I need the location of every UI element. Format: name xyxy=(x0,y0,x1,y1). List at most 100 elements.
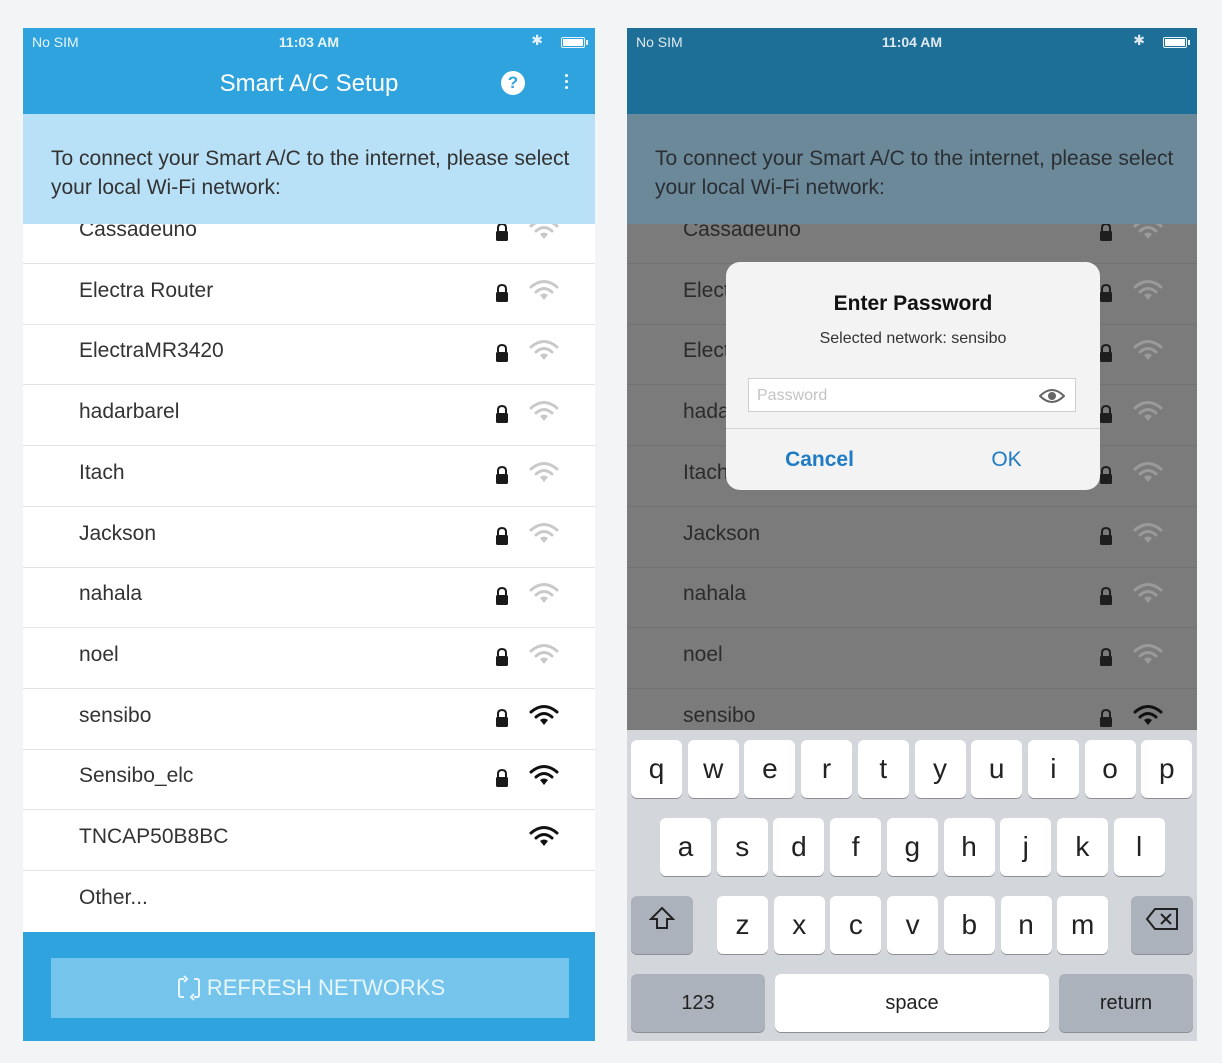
wifi-weak-icon xyxy=(1133,339,1163,361)
key-y[interactable]: y xyxy=(914,740,966,798)
network-name: TNCAP50B8BC xyxy=(79,825,229,848)
key-w[interactable]: w xyxy=(687,740,739,798)
network-name: Other... xyxy=(79,885,148,909)
network-row[interactable]: Cassadeuno xyxy=(627,224,1197,264)
wifi-strong-icon xyxy=(1133,704,1163,726)
lock-icon xyxy=(1099,526,1113,546)
network-name: Cassadeuno xyxy=(683,224,801,241)
key-i[interactable]: i xyxy=(1027,740,1079,798)
wifi-weak-icon xyxy=(1133,643,1163,665)
network-row[interactable]: Other... xyxy=(23,870,595,931)
key-a[interactable]: a xyxy=(660,818,711,876)
key-f[interactable]: f xyxy=(830,818,882,876)
wifi-weak-icon xyxy=(1133,400,1163,422)
key-r[interactable]: r xyxy=(801,740,853,798)
network-row[interactable]: Itach xyxy=(23,445,595,507)
network-row[interactable]: Sensibo_elc xyxy=(23,748,595,811)
lock-icon xyxy=(495,283,509,303)
key-p[interactable]: p xyxy=(1141,740,1193,798)
instructions-panel: To connect your Smart A/C to the interne… xyxy=(627,114,1197,224)
lock-icon xyxy=(495,526,509,546)
dialog-divider xyxy=(726,428,1100,429)
network-row[interactable]: nahala xyxy=(23,566,595,629)
wifi-weak-icon xyxy=(529,224,559,240)
refresh-icon xyxy=(177,975,200,1001)
network-name: Sensibo_elc xyxy=(79,764,194,788)
network-name: sensibo xyxy=(79,703,152,727)
ok-button[interactable]: OK xyxy=(913,432,1100,488)
wifi-weak-icon xyxy=(529,643,559,665)
key-b[interactable]: b xyxy=(943,896,995,954)
key-e[interactable]: e xyxy=(744,740,796,798)
network-name: sensibo xyxy=(683,703,756,727)
instructions-panel: To connect your Smart A/C to the interne… xyxy=(23,114,595,224)
more-options-icon[interactable] xyxy=(563,72,569,94)
backspace-key[interactable] xyxy=(1131,896,1193,954)
key-u[interactable]: u xyxy=(971,740,1023,798)
key-s[interactable]: s xyxy=(716,818,768,876)
shift-icon xyxy=(648,906,676,929)
key-x[interactable]: x xyxy=(773,896,825,954)
network-row[interactable]: sensibo xyxy=(23,688,595,750)
status-bar: No SIM 11:03 AM ✱ xyxy=(23,28,595,54)
key-n[interactable]: n xyxy=(1000,896,1052,954)
dialog-subtitle: Selected network: sensibo xyxy=(819,330,1007,347)
lock-icon xyxy=(1099,586,1113,606)
status-bar: No SIM 11:04 AM ✱ xyxy=(627,28,1197,54)
network-name: nahala xyxy=(79,582,143,606)
network-row[interactable]: Cassadeuno xyxy=(23,224,595,264)
network-row[interactable]: Electra Router xyxy=(23,263,595,325)
cancel-button[interactable]: Cancel xyxy=(726,432,913,488)
key-h[interactable]: h xyxy=(943,818,995,876)
wifi-weak-icon xyxy=(529,339,559,361)
key-g[interactable]: g xyxy=(886,818,938,876)
key-o[interactable]: o xyxy=(1084,740,1136,798)
network-name: nahala xyxy=(683,582,747,606)
password-dialog: Enter Password Selected network: sensibo… xyxy=(726,262,1100,490)
return-key[interactable]: return xyxy=(1059,974,1193,1032)
key-d[interactable]: d xyxy=(773,818,825,876)
battery-icon xyxy=(561,37,588,48)
lock-icon xyxy=(495,465,509,485)
key-z[interactable]: z xyxy=(717,896,768,954)
shift-key[interactable] xyxy=(631,896,693,954)
key-v[interactable]: v xyxy=(887,896,939,954)
network-name: Electra Router xyxy=(79,278,214,302)
network-row[interactable]: hadarbarel xyxy=(23,384,595,447)
lock-icon xyxy=(495,586,509,606)
network-row[interactable]: Jackson xyxy=(627,506,1197,568)
lock-icon xyxy=(495,708,509,728)
app-header: No SIM 11:03 AM ✱ Smart A/C Setup ? xyxy=(23,28,595,114)
key-j[interactable]: j xyxy=(1000,818,1052,876)
key-q[interactable]: q xyxy=(631,740,682,798)
network-name: Itach xyxy=(79,460,125,484)
network-row[interactable]: TNCAP50B8BC xyxy=(23,809,595,871)
space-key[interactable]: space xyxy=(775,974,1049,1032)
instructions-text: To connect your Smart A/C to the interne… xyxy=(655,147,1174,199)
key-t[interactable]: t xyxy=(857,740,909,798)
network-row[interactable]: sensibo xyxy=(627,688,1197,730)
wifi-weak-icon xyxy=(1133,522,1163,544)
refresh-networks-button[interactable]: REFRESH NETWORKS xyxy=(51,958,569,1018)
wifi-strong-icon xyxy=(529,764,559,786)
show-password-eye-icon[interactable] xyxy=(1039,387,1065,405)
wifi-weak-icon xyxy=(1133,224,1163,240)
network-row[interactable]: nahala xyxy=(627,566,1197,629)
network-name: hadarbarel xyxy=(79,400,180,424)
network-row[interactable]: noel xyxy=(23,627,595,689)
network-row[interactable]: Jackson xyxy=(23,506,595,568)
password-input[interactable] xyxy=(755,383,1029,409)
dialog-title: Enter Password xyxy=(833,292,993,315)
key-l[interactable]: l xyxy=(1113,818,1165,876)
network-name: Jackson xyxy=(79,521,157,545)
network-row[interactable]: ElectraMR3420 xyxy=(23,323,595,386)
bluetooth-icon: ✱ xyxy=(531,32,543,48)
network-row[interactable]: noel xyxy=(627,627,1197,689)
network-name: noel xyxy=(683,642,723,666)
lock-icon xyxy=(1099,647,1113,667)
help-icon[interactable]: ? xyxy=(501,71,525,95)
key-k[interactable]: k xyxy=(1056,818,1108,876)
key-m[interactable]: m xyxy=(1057,896,1109,954)
key-c[interactable]: c xyxy=(830,896,882,954)
numbers-key[interactable]: 123 xyxy=(631,974,765,1032)
